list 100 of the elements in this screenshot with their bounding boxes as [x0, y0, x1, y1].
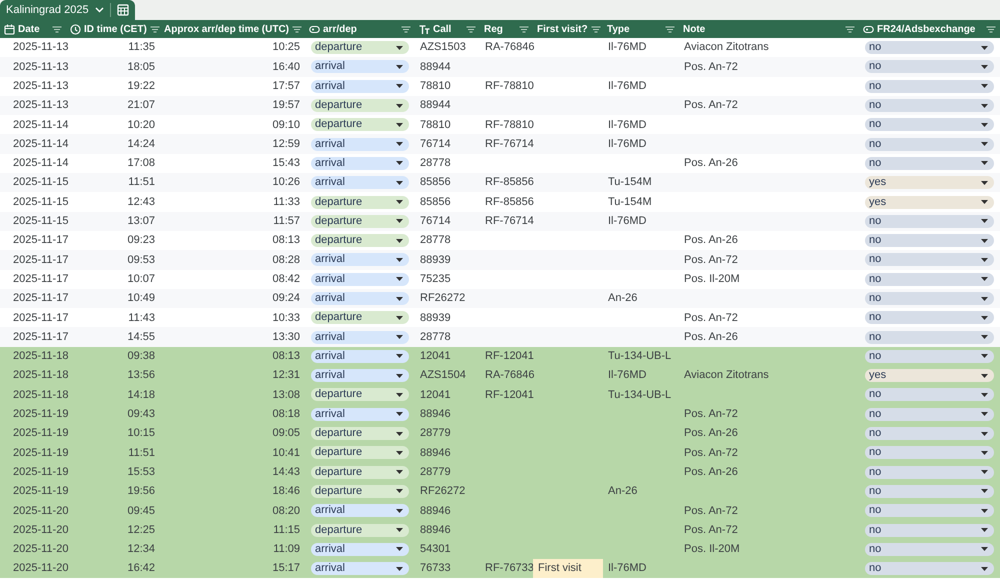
dropdown-chip[interactable]: arrival [311, 330, 409, 344]
column-header[interactable]: Approx arr/dep time (UTC) [160, 20, 305, 38]
dropdown-chip[interactable]: no [865, 80, 994, 93]
dropdown-chip[interactable]: arrival [311, 350, 409, 363]
dropdown-chip[interactable]: arrival [311, 176, 409, 190]
dropdown-chip[interactable]: yes [865, 196, 994, 209]
column-header[interactable]: arr/dep [305, 20, 415, 38]
table-cell-text: 16:42 [127, 561, 155, 576]
table-icon[interactable] [116, 4, 129, 16]
sheet-tab[interactable]: Kaliningrad 2025 [0, 0, 135, 20]
table-cell-text: AZS1503 [420, 40, 466, 56]
dropdown-chip[interactable]: no [865, 138, 994, 151]
dropdown-chip[interactable]: no [865, 350, 994, 363]
dropdown-chip[interactable]: departure [311, 311, 409, 324]
dropdown-chip[interactable]: departure [311, 41, 409, 54]
column-header[interactable]: ID time (CET) [66, 20, 160, 38]
table-cell-text: 2025-11-17 [13, 291, 68, 306]
filter-icon[interactable] [52, 26, 62, 32]
dropdown-chip[interactable]: arrival [311, 504, 409, 518]
caret-icon [981, 547, 988, 552]
dropdown-chip[interactable]: no [865, 41, 994, 54]
table-cell-text: 13:08 [272, 388, 300, 403]
dropdown-chip[interactable]: departure [311, 234, 409, 248]
dropdown-chip[interactable]: arrival [311, 272, 409, 286]
dropdown-chip[interactable]: arrival [311, 562, 409, 576]
dropdown-chip[interactable]: no [865, 99, 994, 112]
dropdown-chip[interactable]: arrival [311, 292, 409, 305]
column-header[interactable]: FR24/Adsbexchange [859, 20, 1000, 38]
dropdown-chip[interactable]: departure [311, 214, 409, 228]
dropdown-chip[interactable]: no [865, 60, 994, 74]
caret-icon [396, 528, 403, 532]
column-header[interactable]: Note [679, 20, 859, 38]
caret-icon [981, 161, 988, 166]
column-header[interactable]: Reg [480, 20, 533, 38]
filter-icon[interactable] [845, 26, 855, 32]
dropdown-chip[interactable]: no [865, 118, 994, 132]
dropdown-chip[interactable]: no [865, 427, 994, 440]
column-header[interactable]: Type [603, 20, 679, 38]
dropdown-chip[interactable]: departure [311, 99, 409, 112]
dropdown-chip[interactable]: no [865, 292, 994, 305]
filter-icon[interactable] [150, 26, 160, 32]
chevron-down-icon[interactable] [94, 7, 104, 13]
table-cell-text: 88944 [420, 60, 451, 75]
column-header[interactable]: First visit? [533, 20, 603, 38]
dropdown-chip[interactable]: no [865, 484, 994, 498]
table-cell-text: 15:17 [272, 561, 300, 576]
table-cell-text: 17:57 [272, 78, 300, 94]
dropdown-chip[interactable]: arrival [311, 80, 409, 93]
dropdown-chip[interactable]: arrival [311, 138, 409, 151]
table-cell-text: 18:05 [127, 60, 155, 75]
dropdown-chip[interactable]: no [865, 524, 994, 537]
dropdown-chip[interactable]: arrival [311, 156, 409, 170]
dropdown-chip[interactable]: no [865, 330, 994, 344]
dropdown-chip[interactable]: departure [311, 484, 409, 498]
filter-icon[interactable] [401, 26, 411, 32]
dropdown-chip[interactable]: no [865, 234, 994, 248]
dropdown-chip[interactable]: no [865, 446, 994, 460]
dropdown-chip[interactable]: arrival [311, 253, 409, 266]
filter-icon[interactable] [466, 26, 476, 32]
filter-icon[interactable] [665, 26, 675, 32]
dropdown-chip[interactable]: arrival [311, 60, 409, 74]
dropdown-chip[interactable]: no [865, 504, 994, 518]
caret-icon [396, 122, 403, 127]
dropdown-chip[interactable]: departure [311, 524, 409, 537]
dropdown-chip[interactable]: departure [311, 118, 409, 132]
filter-icon[interactable] [590, 26, 601, 32]
filter-icon[interactable] [986, 26, 996, 32]
table-cell-text: RF-12041 [485, 349, 534, 364]
table-cell-text: 2025-11-20 [13, 522, 68, 538]
dropdown-chip[interactable]: arrival [311, 369, 409, 382]
table-cell-text: 2025-11-19 [13, 484, 68, 500]
dropdown-chip[interactable]: arrival [311, 542, 409, 556]
caret-icon [396, 354, 403, 358]
dropdown-chip[interactable]: no [865, 253, 994, 266]
column-header[interactable]: Call [415, 20, 480, 38]
dropdown-chip[interactable]: departure [311, 466, 409, 479]
dropdown-chip[interactable]: departure [311, 427, 409, 440]
dropdown-chip[interactable]: departure [311, 446, 409, 460]
dropdown-chip[interactable]: yes [865, 176, 994, 190]
dropdown-chip[interactable]: departure [311, 388, 409, 402]
filter-icon[interactable] [292, 26, 302, 32]
table-cell-text: 2025-11-13 [13, 98, 68, 114]
filter-icon[interactable] [519, 26, 529, 32]
dropdown-chip[interactable]: no [865, 272, 994, 286]
dropdown-chip[interactable]: departure [311, 196, 409, 209]
dropdown-chip[interactable]: no [865, 214, 994, 228]
dropdown-chip[interactable]: no [865, 156, 994, 170]
table-cell-text: Pos. Il-20M [684, 272, 740, 287]
dropdown-chip[interactable]: yes [865, 369, 994, 382]
column-header[interactable]: Date [0, 20, 66, 38]
dropdown-chip[interactable]: no [865, 388, 994, 402]
dropdown-chip[interactable]: no [865, 542, 994, 556]
dropdown-chip[interactable]: no [865, 562, 994, 576]
dropdown-chip[interactable]: no [865, 311, 994, 324]
dropdown-chip[interactable]: arrival [311, 408, 409, 421]
dropdown-chip[interactable]: no [865, 466, 994, 479]
dropdown-chip[interactable]: no [865, 408, 994, 421]
table-cell-text: Pos. An-26 [684, 330, 738, 345]
table-cell-text: 2025-11-13 [13, 40, 68, 56]
table-cell-text: 28778 [420, 156, 451, 172]
